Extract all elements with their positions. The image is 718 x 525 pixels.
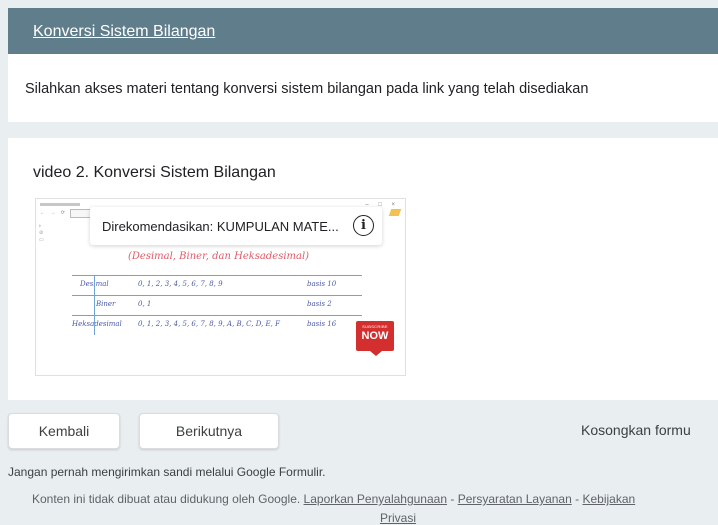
video-card: video 2. Konversi Sistem Bilangan ← → ⟳ … [8,138,718,400]
password-warning: Jangan pernah mengirimkan sandi melalui … [8,465,326,479]
video-subtitle: (Desimal, Biner, dan Heksadesimal) [128,251,310,262]
description-card: Silahkan akses materi tentang konversi s… [8,54,718,122]
table-cell-name: Heksadesimal [72,320,122,328]
table-cell-base: basis 16 [307,320,337,328]
back-button[interactable]: Kembali [8,413,120,449]
subscribe-badge[interactable]: SUBSCRIBE NOW [356,321,394,356]
footer-separator: - [450,492,455,506]
footer: Konten ini tidak dibuat atau didukung ol… [32,492,635,506]
browser-side-icons: ▹ ⊘ ▭ [39,223,44,243]
browser-nav-icons: ← → ⟳ [40,210,67,216]
recommendation-banner[interactable]: Direkomendasikan: KUMPULAN MATE... i [90,207,382,245]
table-row: Biner 0, 1 basis 2 [72,295,362,314]
table-cell-base: basis 10 [307,280,337,288]
section-description: Silahkan akses materi tentang konversi s… [25,81,589,97]
number-system-table: Desimal 0, 1, 2, 3, 4, 5, 6, 7, 8, 9 bas… [72,275,362,355]
subscribe-now-label: NOW [361,330,389,342]
table-cell-base: basis 2 [307,300,332,308]
section-title-link[interactable]: Konversi Sistem Bilangan [33,23,215,41]
subscribe-arrow-icon [370,351,382,356]
browser-url-line [40,203,80,206]
table-cell-digits: 0, 1, 2, 3, 4, 5, 6, 7, 8, 9 [138,280,223,288]
table-cell-digits: 0, 1, 2, 3, 4, 5, 6, 7, 8, 9, A, B, C, D… [138,320,280,328]
clear-form-button[interactable]: Kosongkan formu [581,422,691,438]
footer-separator: - [575,492,580,506]
recommendation-text: Direkomendasikan: KUMPULAN MATE... [102,219,339,234]
table-cell-name: Biner [96,300,116,308]
video-player[interactable]: ← → ⟳ – □ × ▹ ⊘ ▭ Direkomendasikan: KUMPUL… [35,198,406,376]
table-row: Heksadesimal 0, 1, 2, 3, 4, 5, 6, 7, 8, … [72,315,362,334]
terms-link[interactable]: Persyaratan Layanan [458,492,572,506]
info-icon[interactable]: i [353,215,374,236]
privacy-policy-link[interactable]: Kebijakan [582,492,635,506]
table-divider [94,275,95,335]
privacy-policy-link-continued[interactable]: Privasi [380,511,416,525]
pencil-icon [388,209,402,216]
section-header: Konversi Sistem Bilangan [8,8,718,54]
footer-disclaimer: Konten ini tidak dibuat atau didukung ol… [32,492,301,506]
table-cell-digits: 0, 1 [138,300,152,308]
video-title: video 2. Konversi Sistem Bilangan [33,164,276,181]
table-row: Desimal 0, 1, 2, 3, 4, 5, 6, 7, 8, 9 bas… [72,275,362,294]
report-abuse-link[interactable]: Laporkan Penyalahgunaan [304,492,447,506]
subscribe-label: SUBSCRIBE [362,324,388,329]
next-button[interactable]: Berikutnya [139,413,279,449]
